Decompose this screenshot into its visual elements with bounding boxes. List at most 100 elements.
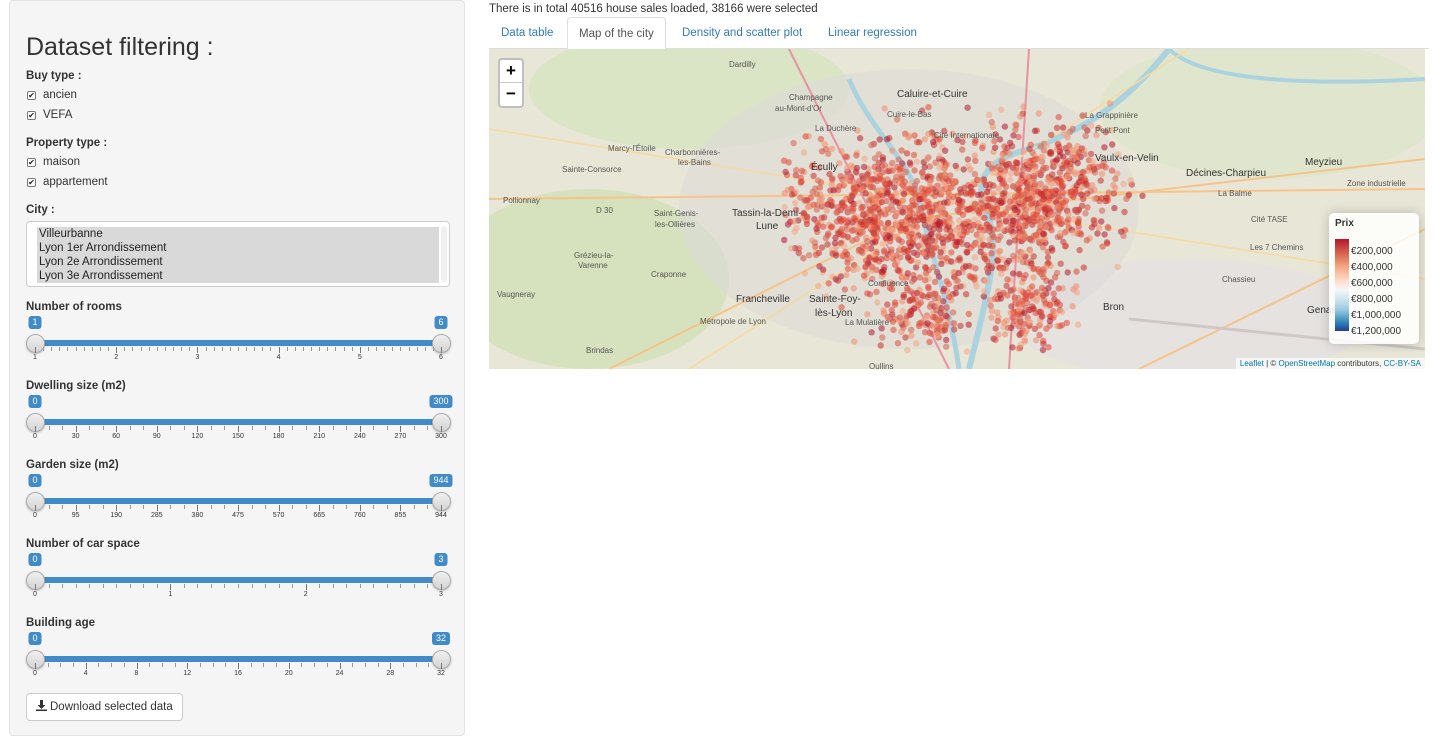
sale-point[interactable] bbox=[1064, 269, 1071, 276]
sale-point[interactable] bbox=[925, 130, 932, 138]
sale-point[interactable] bbox=[1046, 317, 1054, 325]
slider-track[interactable] bbox=[34, 577, 442, 583]
sale-point[interactable] bbox=[1001, 189, 1008, 196]
sale-point[interactable] bbox=[1019, 258, 1027, 266]
sale-point[interactable] bbox=[1017, 192, 1024, 200]
sale-point[interactable] bbox=[1009, 344, 1016, 351]
sale-point[interactable] bbox=[1048, 245, 1055, 252]
sale-point[interactable] bbox=[1035, 206, 1042, 213]
sale-point[interactable] bbox=[1071, 207, 1078, 214]
sale-point[interactable] bbox=[1009, 286, 1017, 293]
sale-point[interactable] bbox=[1099, 243, 1106, 250]
sale-point[interactable] bbox=[940, 164, 947, 172]
sale-point[interactable] bbox=[1032, 290, 1039, 297]
sale-point[interactable] bbox=[1109, 141, 1116, 148]
sale-point[interactable] bbox=[1070, 147, 1077, 154]
sale-point[interactable] bbox=[825, 280, 832, 287]
sale-point[interactable] bbox=[804, 204, 811, 211]
sale-point[interactable] bbox=[971, 152, 978, 159]
sale-point[interactable] bbox=[988, 118, 995, 126]
sale-point[interactable] bbox=[909, 296, 917, 303]
sale-point[interactable] bbox=[851, 216, 859, 223]
sale-point[interactable] bbox=[998, 199, 1005, 206]
sale-point[interactable] bbox=[986, 181, 994, 188]
sale-point[interactable] bbox=[1050, 290, 1057, 297]
sale-point[interactable] bbox=[921, 314, 929, 321]
sale-point[interactable] bbox=[1011, 206, 1019, 214]
checkbox-box[interactable]: ✔ bbox=[27, 90, 36, 100]
sale-point[interactable] bbox=[884, 301, 891, 308]
sale-point[interactable] bbox=[890, 326, 897, 334]
sale-point[interactable] bbox=[1015, 345, 1022, 352]
sale-point[interactable] bbox=[1005, 257, 1012, 264]
sale-point[interactable] bbox=[1065, 142, 1073, 149]
sale-point[interactable] bbox=[817, 135, 825, 143]
sale-point[interactable] bbox=[1081, 151, 1088, 158]
sale-point[interactable] bbox=[992, 325, 999, 332]
sale-point[interactable] bbox=[898, 328, 905, 336]
sale-point[interactable] bbox=[868, 329, 875, 336]
sale-point[interactable] bbox=[1007, 139, 1014, 146]
sale-point[interactable] bbox=[907, 243, 915, 250]
sale-point[interactable] bbox=[940, 298, 947, 305]
sale-point[interactable] bbox=[844, 259, 851, 266]
sale-point[interactable] bbox=[1039, 154, 1046, 161]
sale-point[interactable] bbox=[971, 254, 979, 261]
sale-point[interactable] bbox=[1004, 276, 1011, 283]
sale-point[interactable] bbox=[931, 278, 939, 286]
sale-point[interactable] bbox=[882, 181, 889, 188]
sale-point[interactable] bbox=[924, 203, 931, 210]
sale-point[interactable] bbox=[891, 299, 899, 306]
sale-point[interactable] bbox=[985, 111, 993, 118]
sale-point[interactable] bbox=[934, 182, 941, 189]
sale-point[interactable] bbox=[1001, 123, 1009, 130]
sale-point[interactable] bbox=[788, 191, 796, 198]
sale-point[interactable] bbox=[1051, 296, 1058, 303]
sale-point[interactable] bbox=[1039, 236, 1046, 243]
sale-point[interactable] bbox=[924, 320, 931, 327]
sale-point[interactable] bbox=[1046, 194, 1053, 202]
sale-point[interactable] bbox=[930, 323, 937, 330]
sale-point[interactable] bbox=[943, 343, 950, 350]
sale-point[interactable] bbox=[828, 223, 836, 230]
slider-dwelling-size[interactable]: Dwelling size (m2) 0 300 0 30 60 90 120 150 180 21… bbox=[26, 380, 453, 440]
sale-point[interactable] bbox=[989, 242, 996, 250]
sale-point[interactable] bbox=[1084, 204, 1091, 211]
sale-point[interactable] bbox=[946, 293, 953, 300]
sale-point[interactable] bbox=[957, 283, 964, 290]
sale-point[interactable] bbox=[908, 230, 915, 238]
sale-point[interactable] bbox=[1084, 190, 1091, 197]
sale-point[interactable] bbox=[954, 238, 961, 246]
sale-point[interactable] bbox=[864, 311, 871, 318]
sale-point[interactable] bbox=[943, 336, 950, 344]
sale-point[interactable] bbox=[1028, 283, 1036, 290]
sale-point[interactable] bbox=[930, 313, 937, 321]
sale-point[interactable] bbox=[1040, 230, 1047, 238]
sale-point[interactable] bbox=[1073, 268, 1080, 275]
sale-point[interactable] bbox=[892, 198, 900, 205]
sale-point[interactable] bbox=[1042, 224, 1050, 231]
sale-point[interactable] bbox=[898, 219, 905, 226]
sale-point[interactable] bbox=[874, 299, 881, 306]
sale-point[interactable] bbox=[911, 132, 918, 139]
sale-point[interactable] bbox=[802, 196, 809, 204]
sale-point[interactable] bbox=[1009, 270, 1017, 277]
sale-point[interactable] bbox=[904, 319, 911, 326]
sale-point[interactable] bbox=[912, 191, 919, 199]
sale-point[interactable] bbox=[906, 159, 914, 166]
sale-point[interactable] bbox=[1026, 216, 1034, 223]
sale-point[interactable] bbox=[1082, 132, 1089, 140]
sale-point[interactable] bbox=[891, 184, 898, 191]
sale-point[interactable] bbox=[888, 306, 895, 314]
sale-point[interactable] bbox=[1007, 170, 1014, 177]
sale-point[interactable] bbox=[996, 211, 1003, 218]
sale-point[interactable] bbox=[999, 151, 1006, 159]
sale-point[interactable] bbox=[997, 295, 1005, 302]
sale-point[interactable] bbox=[793, 224, 800, 232]
sale-point[interactable] bbox=[1087, 150, 1095, 158]
sale-point[interactable] bbox=[1003, 317, 1010, 324]
sale-point[interactable] bbox=[983, 278, 990, 285]
checkbox-ancien[interactable]: ✔ ancien bbox=[27, 89, 77, 101]
sale-point[interactable] bbox=[793, 166, 800, 174]
sale-point[interactable] bbox=[1048, 131, 1055, 139]
